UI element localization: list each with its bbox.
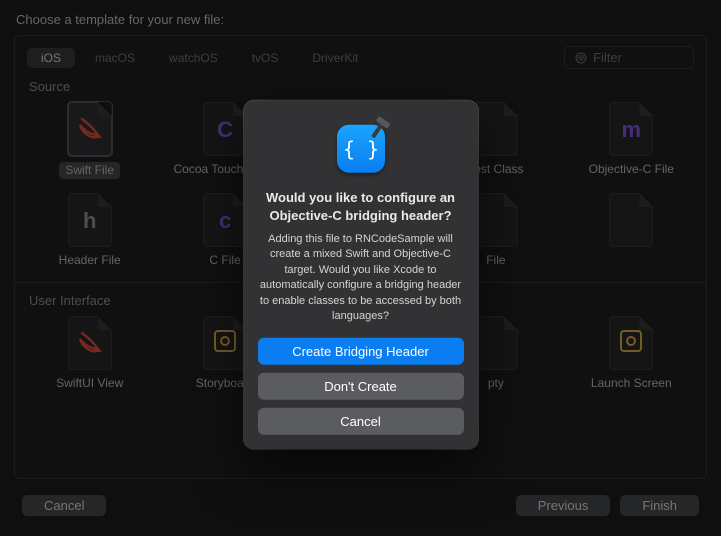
dont-create-button[interactable]: Don't Create	[258, 373, 464, 400]
create-bridging-header-button[interactable]: Create Bridging Header	[258, 338, 464, 365]
dialog-body: Adding this file to RNCodeSample will cr…	[258, 232, 464, 324]
bridging-header-dialog: { } Would you like to configure an Objec…	[244, 101, 478, 449]
xcode-icon: { }	[331, 119, 391, 179]
dialog-heading: Would you like to configure an Objective…	[258, 189, 464, 224]
dialog-cancel-button[interactable]: Cancel	[258, 408, 464, 435]
